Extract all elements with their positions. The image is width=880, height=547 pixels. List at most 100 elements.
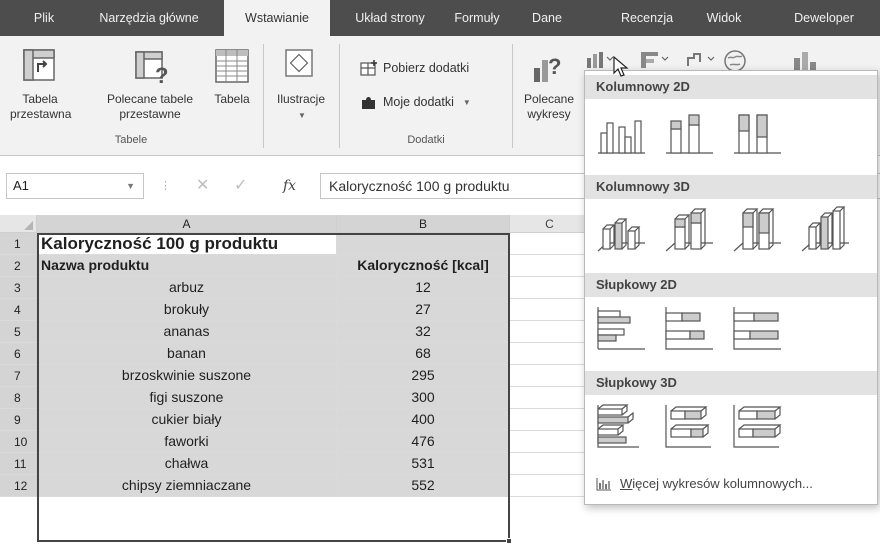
cell-c[interactable] — [510, 475, 590, 497]
illustrations-dropdown-icon[interactable]: ▼ — [296, 108, 308, 123]
tab-home[interactable]: Narzędzia główne — [86, 0, 212, 36]
group-separator — [263, 44, 264, 148]
cell-a[interactable]: Nazwa produktu — [37, 255, 337, 277]
name-box-dropdown-icon[interactable]: ▼ — [126, 174, 135, 198]
fill-handle[interactable] — [506, 538, 512, 544]
illustrations-button[interactable]: Ilustracje — [268, 92, 334, 107]
stacked-100-column-icon[interactable] — [731, 107, 783, 157]
recommended-charts-button[interactable]: Polecane wykresy — [515, 92, 583, 122]
table-button[interactable]: Tabela — [208, 92, 256, 107]
recommended-charts-icon: ? — [530, 50, 570, 91]
column-header-b[interactable]: B — [337, 215, 510, 233]
cell-b[interactable] — [337, 233, 510, 255]
cell-a[interactable]: chałwa — [37, 453, 337, 475]
stacked-100-bar-icon[interactable] — [731, 303, 783, 353]
row-header[interactable]: 11 — [0, 453, 37, 475]
3d-stacked-column-icon[interactable] — [663, 205, 715, 255]
column-header-c[interactable]: C — [510, 215, 590, 233]
row-header[interactable]: 7 — [0, 365, 37, 387]
cell-b[interactable]: 27 — [337, 299, 510, 321]
cell-a[interactable]: brokuły — [37, 299, 337, 321]
cancel-entry-icon[interactable]: ✕ — [196, 173, 209, 199]
more-column-charts-link[interactable]: Więcej wykresów kolumnowych... — [585, 471, 877, 497]
group-separator — [339, 44, 340, 148]
row-header[interactable]: 12 — [0, 475, 37, 497]
cell-b[interactable]: 531 — [337, 453, 510, 475]
row-header[interactable]: 9 — [0, 409, 37, 431]
row-header[interactable]: 8 — [0, 387, 37, 409]
name-box[interactable]: A1 ▼ — [6, 173, 144, 199]
3d-stacked-100-bar-icon[interactable] — [731, 401, 783, 451]
cell-c[interactable] — [510, 387, 590, 409]
cell-b[interactable]: 12 — [337, 277, 510, 299]
cell-a[interactable]: cukier biały — [37, 409, 337, 431]
tab-view[interactable]: Widok — [698, 0, 750, 36]
cell-a[interactable]: figi suszone — [37, 387, 337, 409]
get-addins-button[interactable]: Pobierz dodatki — [360, 60, 469, 76]
confirm-entry-icon[interactable]: ✓ — [234, 173, 247, 199]
cell-c[interactable] — [510, 343, 590, 365]
svg-text:?: ? — [548, 54, 561, 79]
formula-bar-grip-icon: ⋮ — [160, 180, 171, 192]
cell-a[interactable]: chipsy ziemniaczane — [37, 475, 337, 497]
cell-c[interactable] — [510, 255, 590, 277]
3d-clustered-bar-icon[interactable] — [595, 401, 647, 451]
insert-function-button[interactable]: fx — [283, 173, 296, 199]
cell-c[interactable] — [510, 277, 590, 299]
cell-b[interactable]: 476 — [337, 431, 510, 453]
cell-c[interactable] — [510, 321, 590, 343]
my-addins-dropdown-icon[interactable]: ▼ — [463, 98, 471, 107]
cell-a[interactable]: banan — [37, 343, 337, 365]
cell-c[interactable] — [510, 453, 590, 475]
cell-b[interactable]: 295 — [337, 365, 510, 387]
cell-b[interactable]: 300 — [337, 387, 510, 409]
cell-b[interactable]: Kaloryczność [kcal] — [337, 255, 510, 277]
tab-data[interactable]: Dane — [522, 0, 572, 36]
row-header[interactable]: 6 — [0, 343, 37, 365]
tab-developer[interactable]: Deweloper — [776, 0, 872, 36]
3d-stacked-100-column-icon[interactable] — [731, 205, 783, 255]
stacked-column-icon[interactable] — [663, 107, 715, 157]
cell-b[interactable]: 552 — [337, 475, 510, 497]
3d-column-icon[interactable] — [799, 205, 851, 255]
cell-b[interactable]: 68 — [337, 343, 510, 365]
tab-review[interactable]: Recenzja — [612, 0, 682, 36]
pivot-table-button[interactable]: Tabela przestawna — [10, 92, 71, 122]
cell-c[interactable] — [510, 431, 590, 453]
my-addins-button[interactable]: Moje dodatki ▼ — [360, 94, 471, 110]
cell-b[interactable]: 400 — [337, 409, 510, 431]
row-header[interactable]: 5 — [0, 321, 37, 343]
cell-c[interactable] — [510, 233, 590, 255]
addins-group-label: Dodatki — [407, 134, 445, 146]
tab-file[interactable]: Plik — [24, 0, 64, 36]
cell-a[interactable]: faworki — [37, 431, 337, 453]
store-icon — [360, 60, 377, 76]
tab-page-layout[interactable]: Układ strony — [342, 0, 438, 36]
illustrations-icon — [284, 48, 314, 83]
cell-a[interactable]: brzoskwinie suszone — [37, 365, 337, 387]
row-header[interactable]: 3 — [0, 277, 37, 299]
cell-c[interactable] — [510, 409, 590, 431]
column-header-a[interactable]: A — [37, 215, 337, 233]
cell-c[interactable] — [510, 365, 590, 387]
clustered-bar-icon[interactable] — [595, 303, 647, 353]
select-all-button[interactable] — [0, 215, 37, 233]
row-header[interactable]: 2 — [0, 255, 37, 277]
cell-a[interactable]: Kaloryczność 100 g produktu — [37, 233, 337, 255]
clustered-column-icon[interactable] — [595, 107, 647, 157]
cell-b[interactable]: 32 — [337, 321, 510, 343]
row-header[interactable]: 4 — [0, 299, 37, 321]
get-addins-label: Pobierz dodatki — [383, 61, 470, 75]
row-header[interactable]: 10 — [0, 431, 37, 453]
tab-insert[interactable]: Wstawianie — [224, 0, 330, 36]
3d-stacked-bar-icon[interactable] — [663, 401, 715, 451]
tab-formulas[interactable]: Formuły — [446, 0, 508, 36]
cell-c[interactable] — [510, 299, 590, 321]
stacked-bar-icon[interactable] — [663, 303, 715, 353]
column-chart-small-icon — [596, 478, 611, 491]
recommended-pivot-button[interactable]: Polecane tabele przestawne — [96, 92, 204, 122]
3d-clustered-column-icon[interactable] — [595, 205, 647, 255]
row-header[interactable]: 1 — [0, 233, 37, 255]
cell-a[interactable]: arbuz — [37, 277, 337, 299]
cell-a[interactable]: ananas — [37, 321, 337, 343]
